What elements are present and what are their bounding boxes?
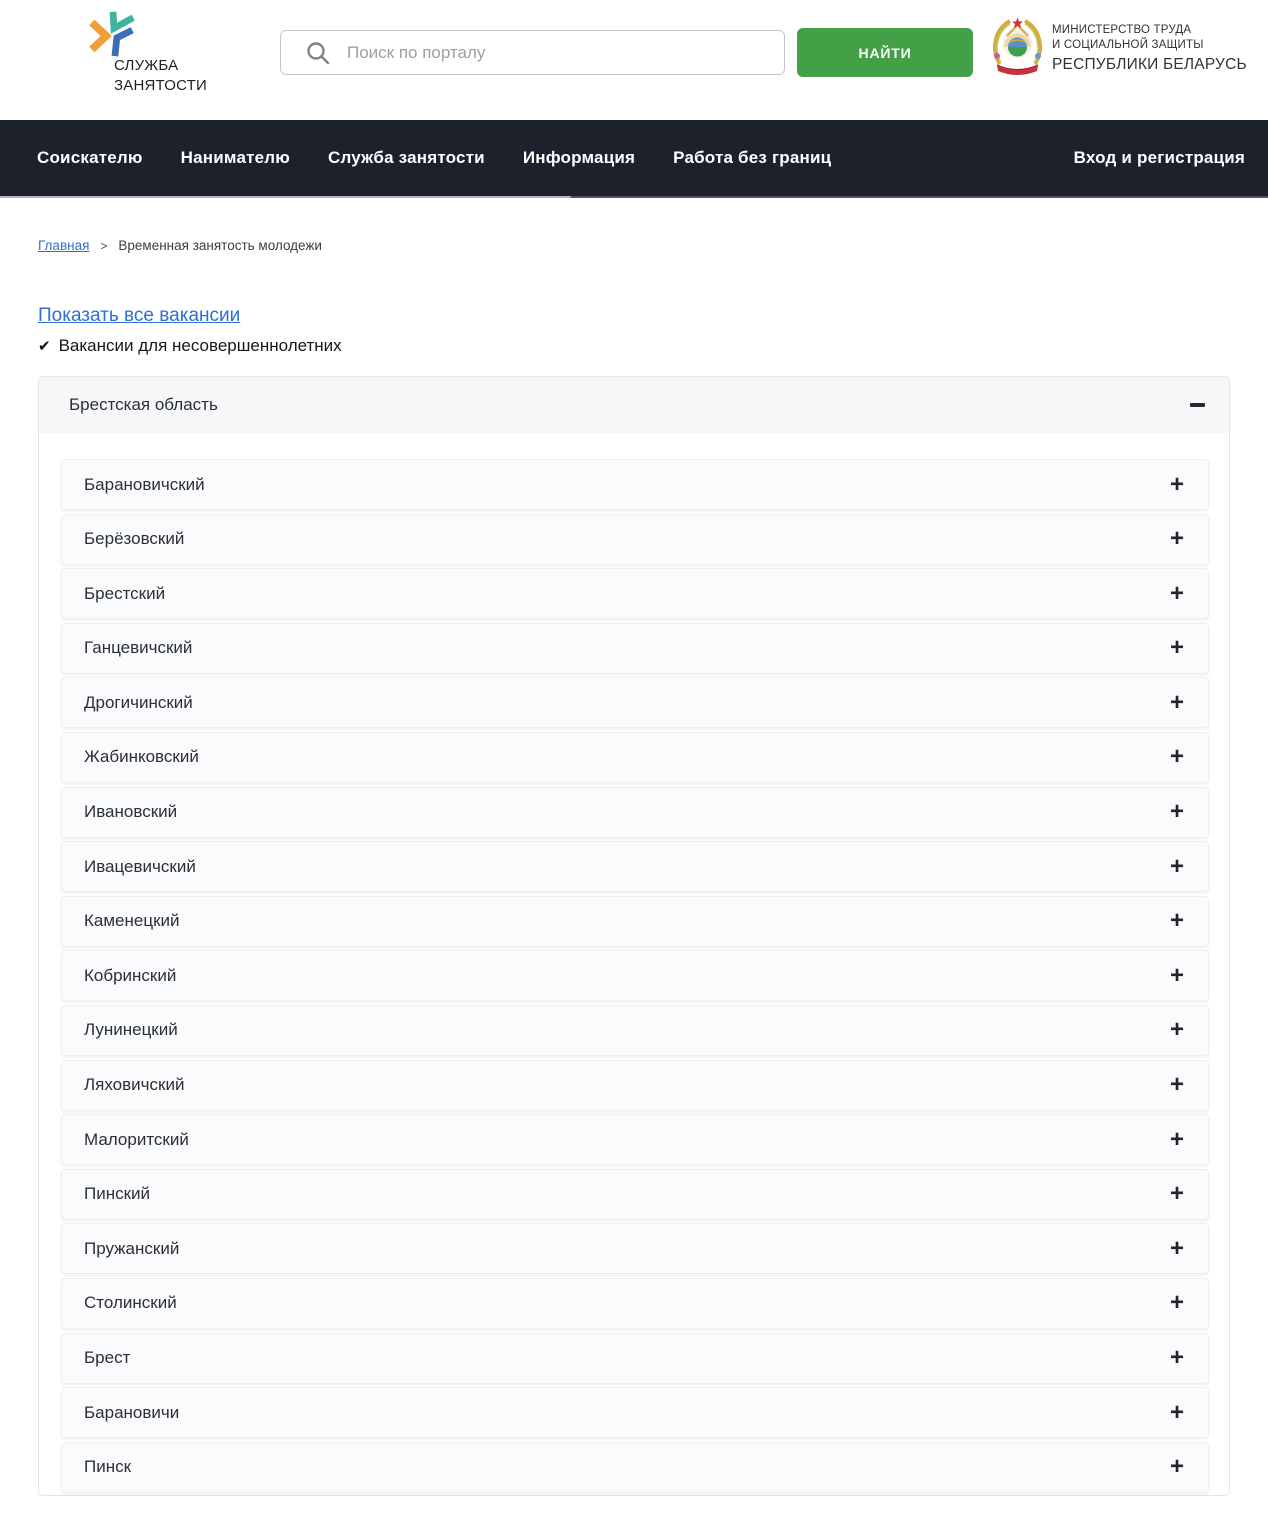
checkmark-icon: ✔ — [38, 337, 51, 355]
district-row[interactable]: Жабинковский + — [61, 732, 1209, 783]
expand-district-button[interactable]: + — [1170, 966, 1184, 986]
district-label: Барановичи — [84, 1403, 179, 1423]
ministry-line2: И СОЦИАЛЬНОЙ ЗАЩИТЫ — [1052, 38, 1247, 53]
main-navigation: Соискателю Нанимателю Служба занятости И… — [0, 120, 1268, 196]
district-label: Брест — [84, 1348, 130, 1368]
district-row[interactable]: Барановичский + — [61, 459, 1209, 510]
search-input[interactable] — [347, 43, 774, 63]
district-label: Ляховичский — [84, 1075, 184, 1095]
expand-district-button[interactable]: + — [1170, 1293, 1184, 1313]
district-label: Ивацевичский — [84, 857, 196, 877]
district-row[interactable]: Ляховичский + — [61, 1060, 1209, 1111]
ministry-line1: МИНИСТЕРСТВО ТРУДА — [1052, 23, 1247, 38]
district-label: Жабинковский — [84, 747, 199, 767]
district-row[interactable]: Пружанский + — [61, 1223, 1209, 1274]
expand-district-button[interactable]: + — [1170, 529, 1184, 549]
expand-district-button[interactable]: + — [1170, 1020, 1184, 1040]
district-row[interactable]: Барановичи + — [61, 1387, 1209, 1438]
region-title: Брестская область — [69, 395, 218, 415]
expand-district-button[interactable]: + — [1170, 911, 1184, 931]
district-row[interactable]: Кобринский + — [61, 950, 1209, 1001]
nav-menu-item[interactable]: Соискателю — [37, 148, 143, 168]
nav-menu-item[interactable]: Служба занятости — [328, 148, 485, 168]
show-all-vacancies-link[interactable]: Показать все вакансии — [38, 305, 240, 327]
expand-district-button[interactable]: + — [1170, 1348, 1184, 1368]
district-label: Каменецкий — [84, 911, 180, 931]
expand-district-button[interactable]: + — [1170, 1239, 1184, 1259]
expand-district-button[interactable]: + — [1170, 1184, 1184, 1204]
employment-service-logo-icon[interactable] — [88, 9, 138, 59]
breadcrumb-current: Временная занятость молодежи — [118, 238, 322, 253]
collapse-region-button[interactable] — [1186, 394, 1208, 416]
district-label: Пинск — [84, 1457, 131, 1477]
ministry-line3: РЕСПУБЛИКИ БЕЛАРУСЬ — [1052, 54, 1247, 75]
expand-district-button[interactable]: + — [1170, 693, 1184, 713]
nav-menu-item[interactable]: Информация — [523, 148, 635, 168]
portal-search — [280, 30, 785, 75]
search-icon — [305, 40, 331, 66]
district-label: Дрогичинский — [84, 693, 193, 713]
breadcrumb-separator: > — [100, 239, 107, 253]
expand-district-button[interactable]: + — [1170, 1403, 1184, 1423]
district-label: Барановичский — [84, 475, 205, 495]
district-label: Пинский — [84, 1184, 150, 1204]
district-row[interactable]: Дрогичинский + — [61, 677, 1209, 728]
district-row[interactable]: Ивацевичский + — [61, 841, 1209, 892]
district-label: Лунинецкий — [84, 1020, 178, 1040]
district-row[interactable]: Ивановский + — [61, 787, 1209, 838]
expand-district-button[interactable]: + — [1170, 638, 1184, 658]
region-header-brestskaya[interactable]: Брестская область — [39, 377, 1229, 433]
district-row[interactable]: Лунинецкий + — [61, 1005, 1209, 1056]
expand-district-button[interactable]: + — [1170, 584, 1184, 604]
page-content: Главная > Временная занятость молодежи П… — [0, 238, 1268, 1496]
logo-line1: СЛУЖБА — [114, 56, 207, 76]
expand-district-button[interactable]: + — [1170, 475, 1184, 495]
nav-menu-item[interactable]: Нанимателю — [181, 148, 290, 168]
employment-service-logo-text[interactable]: СЛУЖБА ЗАНЯТОСТИ — [114, 56, 207, 96]
expand-district-button[interactable]: + — [1170, 857, 1184, 877]
expand-district-button[interactable]: + — [1170, 747, 1184, 767]
district-label: Ганцевичский — [84, 638, 192, 658]
minus-icon — [1190, 403, 1205, 407]
district-label: Малоритский — [84, 1130, 189, 1150]
district-label: Столинский — [84, 1293, 177, 1313]
district-row[interactable]: Малоритский + — [61, 1114, 1209, 1165]
district-label: Кобринский — [84, 966, 176, 986]
district-row[interactable]: Брестский + — [61, 568, 1209, 619]
district-row[interactable]: Берёзовский + — [61, 514, 1209, 565]
district-label: Брестский — [84, 584, 165, 604]
logo-line2: ЗАНЯТОСТИ — [114, 76, 207, 96]
expand-district-button[interactable]: + — [1170, 1075, 1184, 1095]
belarus-coat-of-arms — [989, 16, 1046, 76]
expand-district-button[interactable]: + — [1170, 802, 1184, 822]
district-row[interactable]: Пинский + — [61, 1169, 1209, 1220]
district-row[interactable]: Пинск + — [61, 1442, 1209, 1493]
district-list: Барановичский + Берёзовский + Брестский … — [39, 433, 1229, 1526]
district-label: Ивановский — [84, 802, 177, 822]
breadcrumb-home-link[interactable]: Главная — [38, 238, 89, 253]
filter-label: Вакансии для несовершеннолетних — [59, 336, 342, 356]
login-registration-link[interactable]: Вход и регистрация — [1074, 148, 1245, 168]
district-row[interactable]: Столинский + — [61, 1278, 1209, 1329]
district-row[interactable]: Каменецкий + — [61, 896, 1209, 947]
region-accordion-panel: Брестская область Барановичский + Берёзо… — [38, 376, 1230, 1496]
expand-district-button[interactable]: + — [1170, 1457, 1184, 1477]
minor-vacancies-filter[interactable]: ✔ Вакансии для несовершеннолетних — [38, 336, 1230, 356]
district-row[interactable]: Ганцевичский + — [61, 623, 1209, 674]
nav-items: Соискателю Нанимателю Служба занятости И… — [37, 148, 831, 168]
ministry-caption: МИНИСТЕРСТВО ТРУДА И СОЦИАЛЬНОЙ ЗАЩИТЫ Р… — [1052, 23, 1247, 75]
page-header: СЛУЖБА ЗАНЯТОСТИ НАЙТИ МИНИСТЕРСТВО ТРУД… — [0, 0, 1268, 120]
district-row[interactable]: Брест + — [61, 1333, 1209, 1384]
breadcrumb: Главная > Временная занятость молодежи — [38, 238, 1230, 253]
search-submit-button[interactable]: НАЙТИ — [797, 28, 973, 77]
district-label: Пружанский — [84, 1239, 179, 1259]
district-label: Берёзовский — [84, 529, 184, 549]
nav-menu-item[interactable]: Работа без границ — [673, 148, 831, 168]
expand-district-button[interactable]: + — [1170, 1130, 1184, 1150]
